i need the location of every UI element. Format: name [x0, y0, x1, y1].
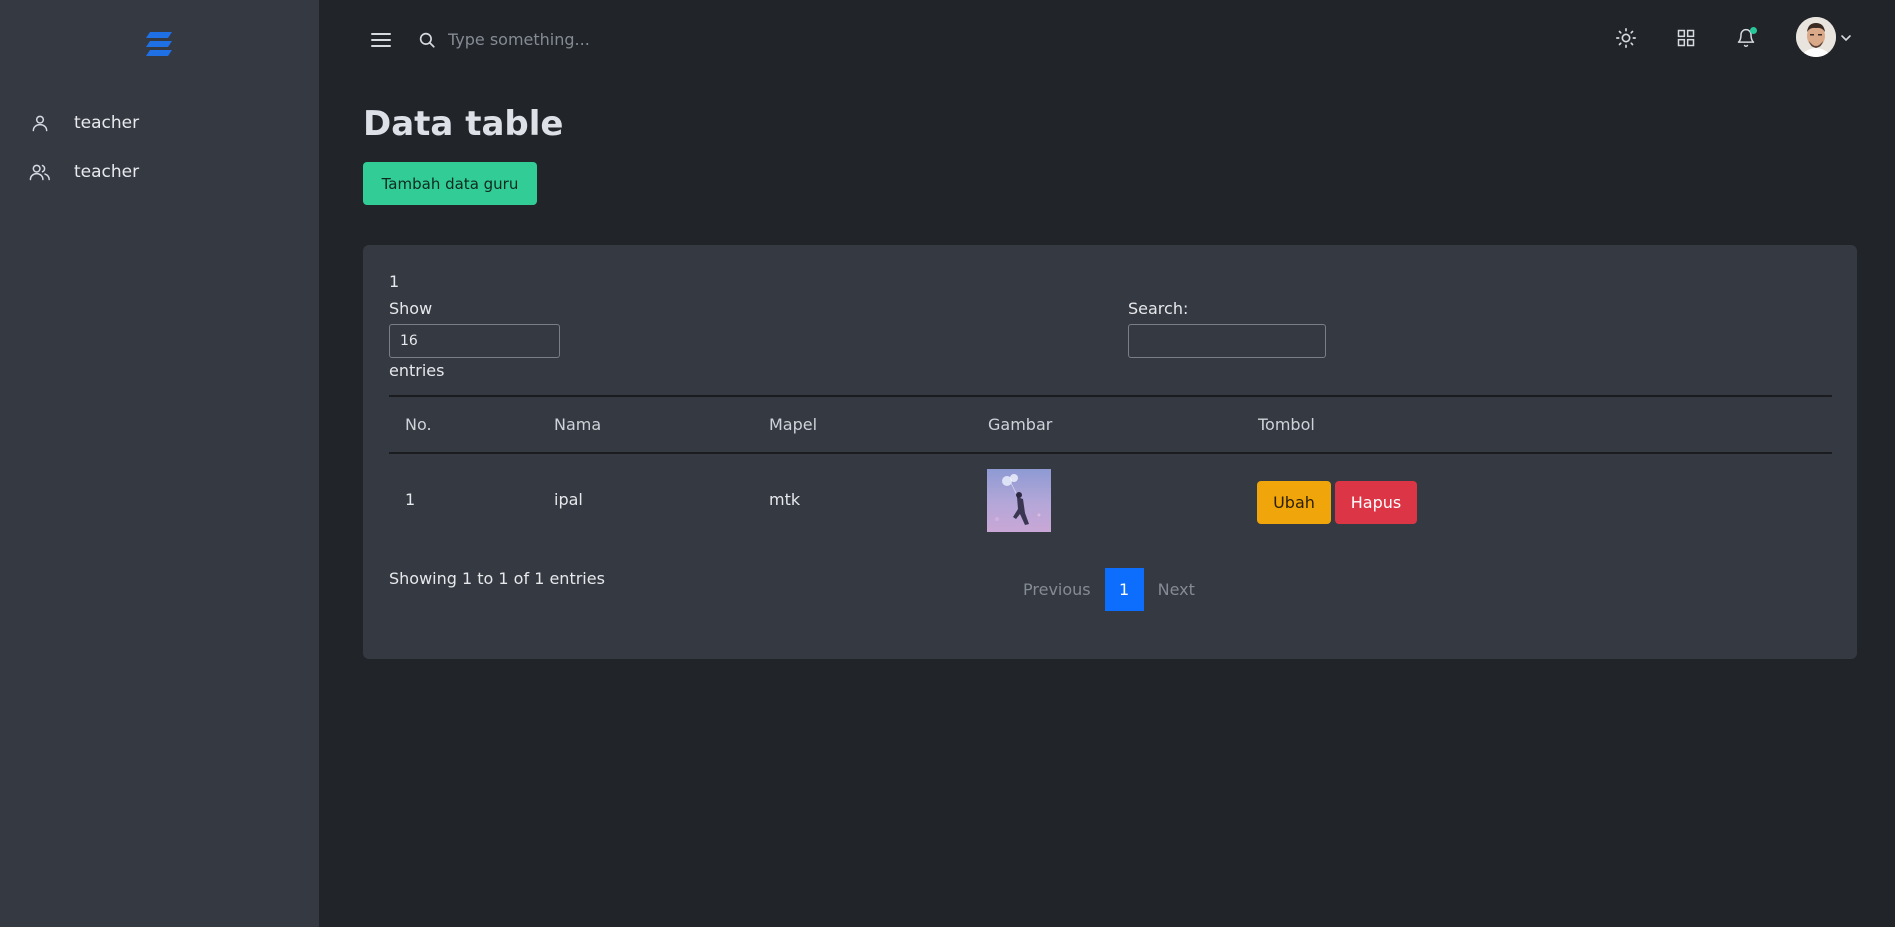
entries-length-select[interactable]: 16: [389, 324, 560, 358]
sidebar-item-label: teacher: [74, 162, 140, 182]
pagination-previous[interactable]: Previous: [1013, 580, 1101, 599]
notification-bell-icon[interactable]: [1734, 26, 1758, 50]
table-info: Showing 1 to 1 of 1 entries: [389, 569, 605, 588]
search-label: Search:: [1128, 299, 1189, 318]
edit-button[interactable]: Ubah: [1257, 481, 1331, 524]
pagination-page-current[interactable]: 1: [1104, 568, 1144, 611]
delete-button[interactable]: Hapus: [1335, 481, 1417, 524]
chevron-down-icon[interactable]: [1840, 29, 1852, 42]
menu-toggle-icon[interactable]: [370, 30, 392, 48]
search-icon: [418, 31, 436, 49]
sidebar-item-teachers[interactable]: teacher: [28, 157, 139, 187]
page-title: Data table: [363, 104, 564, 144]
table-header: No. Nama Mapel Gambar Tombol: [389, 395, 1832, 454]
apps-grid-icon[interactable]: [1674, 26, 1698, 50]
global-search-input[interactable]: [448, 24, 768, 54]
add-teacher-button[interactable]: Tambah data guru: [363, 162, 537, 205]
teacher-photo-thumbnail: [987, 469, 1051, 532]
theme-toggle-icon[interactable]: [1614, 26, 1638, 50]
sidebar: teacher teacher: [0, 0, 319, 927]
users-icon: [28, 160, 52, 184]
datatable-card: 1 Show 16 entries Search: No. Nama Mapel…: [363, 245, 1857, 659]
sidebar-item-teacher[interactable]: teacher: [28, 108, 139, 138]
cell-nama: ipal: [554, 490, 583, 509]
show-label: Show: [389, 299, 433, 318]
column-header-mapel[interactable]: Mapel: [769, 415, 817, 434]
pagination: Previous 1 Next: [1013, 568, 1205, 611]
column-header-nama[interactable]: Nama: [554, 415, 601, 434]
cell-no: 1: [405, 490, 416, 509]
sidebar-item-label: teacher: [74, 113, 140, 133]
table-row: 1 ipal mtk Ubah Hapus: [389, 454, 1832, 547]
data-table: No. Nama Mapel Gambar Tombol 1 ipal mtk: [389, 395, 1832, 547]
notification-dot: [1750, 27, 1757, 34]
column-header-no[interactable]: No.: [405, 415, 432, 434]
table-search-input[interactable]: [1128, 324, 1326, 358]
column-header-tombol[interactable]: Tombol: [1258, 415, 1315, 434]
entries-length-value: 16: [400, 333, 418, 349]
cell-mapel: mtk: [769, 490, 801, 509]
top-text: 1: [389, 272, 400, 291]
entries-label: entries: [389, 361, 445, 380]
logo-icon[interactable]: [144, 29, 174, 59]
pagination-next[interactable]: Next: [1148, 580, 1205, 599]
column-header-gambar[interactable]: Gambar: [988, 415, 1052, 434]
user-icon: [28, 111, 52, 135]
avatar[interactable]: [1796, 17, 1836, 57]
